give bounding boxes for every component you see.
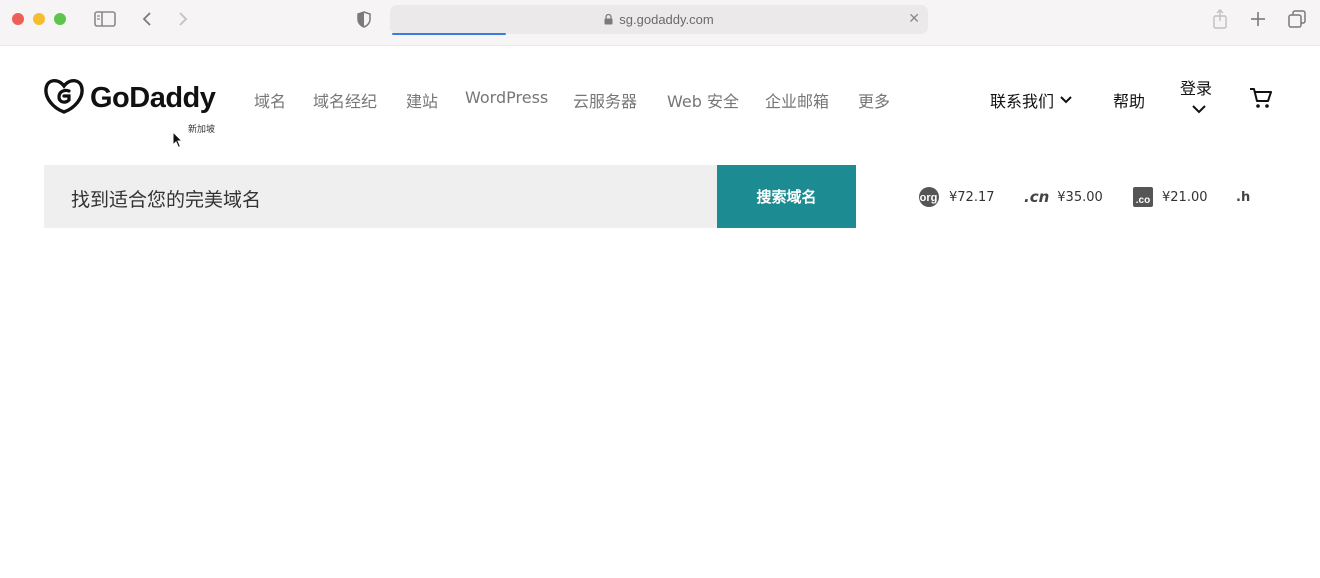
partial-tld-logo: .h (1236, 189, 1251, 205)
nav-item-web-security[interactable]: Web 安全 (667, 88, 739, 112)
close-window-button[interactable] (12, 13, 24, 25)
new-tab-icon[interactable] (1248, 8, 1268, 30)
tld-offer-co[interactable]: .co ¥21.00 (1132, 186, 1208, 208)
contact-us-label: 联系我们 (990, 92, 1055, 111)
region-label: 新加坡 (188, 125, 216, 135)
tld-offer-cn[interactable]: .cn ¥35.00 (1024, 186, 1103, 208)
brand-name: GoDaddy (90, 81, 216, 114)
tab-overview-icon[interactable] (1286, 8, 1308, 30)
privacy-shield-icon[interactable] (355, 8, 373, 30)
page-load-progress (392, 33, 506, 35)
chevron-down-icon (1060, 96, 1072, 104)
forward-icon[interactable] (175, 8, 191, 30)
co-tld-logo: .co (1132, 186, 1154, 208)
help-link[interactable]: 帮助 (1113, 88, 1145, 112)
address-bar[interactable]: sg.godaddy.com ✕ (390, 5, 928, 35)
tld-offer-org[interactable]: .org ¥72.17 (915, 186, 995, 208)
search-domain-button-label: 搜索域名 (756, 188, 817, 206)
lock-icon (604, 13, 613, 28)
contact-us-menu[interactable]: 联系我们 (990, 88, 1072, 112)
mouse-cursor-icon (172, 130, 184, 153)
sidebar-toggle-icon[interactable] (93, 8, 117, 30)
nav-item-domains[interactable]: 域名 (254, 88, 286, 112)
domain-search-input[interactable]: 找到适合您的完美域名 (44, 165, 717, 228)
minimize-window-button[interactable] (33, 13, 45, 25)
url-text: sg.godaddy.com (619, 12, 714, 27)
nav-item-wordpress[interactable]: WordPress (465, 88, 548, 107)
stop-loading-icon[interactable]: ✕ (908, 11, 920, 27)
godaddy-logo[interactable]: GoDaddy (44, 78, 216, 118)
search-domain-button[interactable]: 搜索域名 (717, 165, 856, 228)
co-tld-text: .co (1136, 195, 1150, 206)
share-icon[interactable] (1210, 8, 1230, 30)
tld-price: ¥72.17 (949, 189, 995, 205)
zoom-window-button[interactable] (54, 13, 66, 25)
cart-icon[interactable] (1249, 87, 1273, 113)
cn-tld-logo: .cn (1024, 188, 1050, 206)
login-label[interactable]: 登录 (1180, 75, 1212, 99)
tld-price: ¥35.00 (1057, 189, 1103, 205)
org-tld-text: .org (917, 192, 938, 204)
org-tld-logo: .org (915, 186, 941, 208)
tld-price: ¥21.00 (1162, 189, 1208, 205)
back-icon[interactable] (139, 8, 155, 30)
nav-item-more[interactable]: 更多 (858, 88, 890, 112)
godaddy-logo-icon (44, 78, 84, 118)
tld-offer-partial[interactable]: .h (1236, 186, 1258, 208)
search-placeholder: 找到适合您的完美域名 (71, 189, 262, 211)
nav-item-website-builder[interactable]: 建站 (406, 88, 438, 112)
nav-item-cloud-servers[interactable]: 云服务器 (573, 88, 637, 112)
login-chevron-down-icon[interactable] (1192, 99, 1206, 118)
nav-item-domain-broker[interactable]: 域名经纪 (313, 88, 377, 112)
browser-toolbar: sg.godaddy.com ✕ (0, 0, 1320, 46)
nav-item-business-email[interactable]: 企业邮箱 (765, 88, 829, 112)
